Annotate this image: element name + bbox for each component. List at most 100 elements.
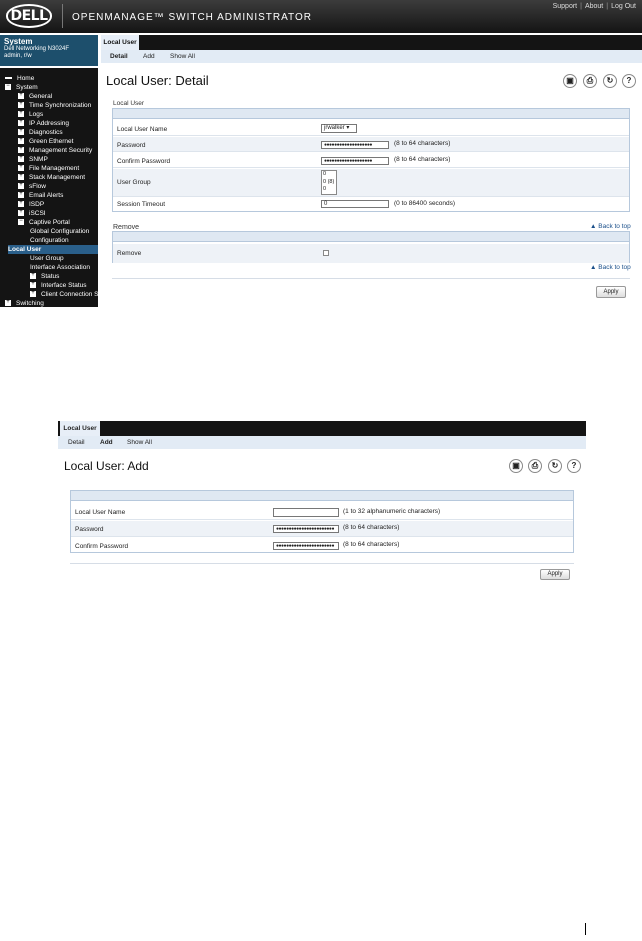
subtab-add[interactable]: Add [100,439,113,446]
tab-local-user[interactable]: Local User [101,35,139,50]
nav-item[interactable]: + Time Synchronization [18,101,91,110]
expand-icon[interactable]: + [18,155,24,163]
nav-item-label: Local User [8,246,42,253]
subtab-show-all[interactable]: Show All [127,439,152,446]
subtab-show-all[interactable]: Show All [170,53,195,60]
save-icon[interactable]: ▣ [509,459,523,473]
save-icon[interactable]: ▣ [563,74,577,88]
user-name-input[interactable] [273,508,339,517]
tab-local-user[interactable]: Local User [60,421,100,436]
user-group-label: User Group [117,179,151,186]
nav-item[interactable]: + Interface Status [30,281,87,290]
nav-item[interactable]: Configuration [30,236,69,245]
expand-icon[interactable]: + [18,200,24,208]
nav-item[interactable]: − Captive Portal [18,218,70,227]
nav-item[interactable]: + sFlow [18,182,46,191]
back-to-top-link[interactable]: ▲ Back to top [590,264,631,271]
nav-item[interactable]: + Client Connection Status [30,290,113,299]
logo-divider [62,4,63,28]
remove-table: Remove [112,231,630,263]
expand-icon[interactable]: + [18,128,24,136]
user-name-label: Local User Name [117,126,168,133]
expand-icon[interactable]: + [18,209,24,217]
nav-item[interactable]: + Diagnostics [18,128,63,137]
nav-item[interactable]: Home [5,74,34,83]
help-icon[interactable]: ? [622,74,636,88]
expand-icon[interactable]: + [30,290,36,298]
nav-item[interactable]: + IP Addressing [18,119,69,128]
nav-item[interactable]: Local User [8,245,98,254]
about-link[interactable]: About [585,3,603,10]
expand-icon[interactable]: + [18,119,24,127]
print-icon[interactable]: ⎙ [528,459,542,473]
expand-icon[interactable]: + [18,137,24,145]
print-icon[interactable]: ⎙ [583,74,597,88]
user-name-select[interactable]: jrwalker ▾ [321,124,357,133]
subtab-add[interactable]: Add [143,53,155,60]
expand-icon[interactable]: + [18,182,24,190]
help-icon[interactable]: ? [567,459,581,473]
nav-item[interactable]: + Email Alerts [18,191,63,200]
group-option[interactable]: 0 (8) [323,179,336,187]
nav-item[interactable]: + General [18,92,52,101]
expand-icon[interactable]: + [18,146,24,154]
subtab-detail[interactable]: Detail [110,53,128,60]
group-option[interactable]: 0 [323,171,336,179]
apply-button[interactable]: Apply [540,569,570,580]
back-to-top-link[interactable]: ▲ Back to top [590,223,631,230]
nav-item[interactable]: User Group [30,254,64,263]
password-input[interactable]: ●●●●●●●●●●●●●●●●●●● [321,141,389,149]
nav-item-label: Interface Status [41,282,87,289]
user-name-hint: (1 to 32 alphanumeric characters) [343,508,441,515]
nav-item[interactable]: + Switching [5,299,44,307]
collapse-icon[interactable]: − [18,218,24,226]
top-links: Support | About | Log Out [552,3,636,10]
confirm-password-input[interactable]: ●●●●●●●●●●●●●●●●●●●●●●● [273,542,339,550]
nav-item[interactable]: + Status [30,272,59,281]
expand-icon[interactable]: + [30,272,36,280]
user-group-list[interactable]: 0 0 (8) 0 [321,170,337,195]
group-option[interactable]: 0 [323,186,336,194]
remove-checkbox[interactable] [323,250,329,256]
nav-item-label: File Management [29,165,80,172]
collapse-icon[interactable]: − [5,83,11,91]
row-confirm-password: Confirm Password ●●●●●●●●●●●●●●●●●●●●●●●… [71,538,573,553]
nav-item[interactable]: − System [5,83,38,92]
sidebar: System Dell Networking N3024F admin, r/w… [0,35,113,307]
password-hint: (8 to 64 characters) [343,524,400,531]
subtab-bar: Detail Add Show All [58,436,586,449]
expand-icon[interactable]: + [5,299,11,307]
expand-icon[interactable]: + [18,173,24,181]
refresh-icon[interactable]: ↻ [603,74,617,88]
password-input[interactable]: ●●●●●●●●●●●●●●●●●●●●●●● [273,525,339,533]
expand-icon[interactable]: + [18,191,24,199]
expand-icon[interactable]: + [30,281,36,289]
nav-item[interactable]: Global Configuration [30,227,89,236]
apply-button[interactable]: Apply [596,286,626,298]
nav-item[interactable]: + ISDP [18,200,44,209]
password-hint: (8 to 64 characters) [394,140,451,147]
nav-item[interactable]: + SNMP [18,155,48,164]
session-timeout-input[interactable]: 0 [321,200,389,208]
support-link[interactable]: Support [553,3,578,10]
expand-icon[interactable]: + [18,164,24,172]
refresh-icon[interactable]: ↻ [548,459,562,473]
subtab-detail[interactable]: Detail [68,439,85,446]
nav-item[interactable]: Interface Association [30,263,90,272]
nav-item[interactable]: + Stack Management [18,173,85,182]
nav-item-label: Global Configuration [30,228,90,235]
nav-item[interactable]: + File Management [18,164,79,173]
table-header [113,232,629,242]
expand-icon[interactable]: + [18,101,24,109]
nav-item[interactable]: + Green Ethernet [18,137,73,146]
expand-icon[interactable]: + [18,110,24,118]
nav-item[interactable]: + iSCSI [18,209,46,218]
user-name-label: Local User Name [75,509,126,516]
logout-link[interactable]: Log Out [611,3,636,10]
expand-icon[interactable]: + [18,92,24,100]
nav-item[interactable]: + Logs [18,110,43,119]
divider [112,278,630,279]
row-password: Password ●●●●●●●●●●●●●●●●●●● (8 to 64 ch… [113,137,629,152]
confirm-password-input[interactable]: ●●●●●●●●●●●●●●●●●●● [321,157,389,165]
nav-item[interactable]: + Management Security [18,146,92,155]
